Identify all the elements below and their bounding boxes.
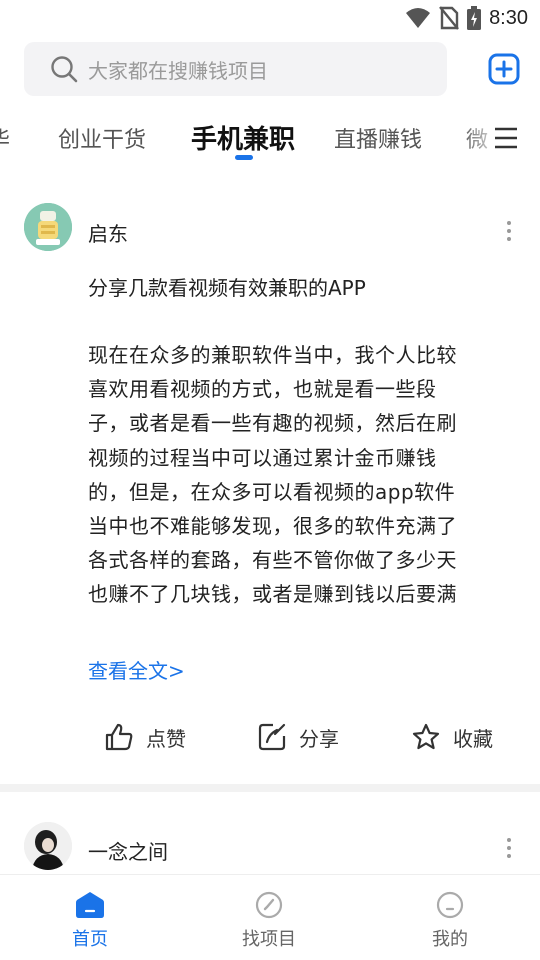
bottom-nav: 首页 找项目 我的	[0, 874, 540, 960]
nav-home-label: 首页	[72, 929, 108, 950]
nav-find-projects[interactable]: 找项目	[219, 891, 319, 951]
compass-icon	[255, 891, 283, 919]
post-author[interactable]: 一念之间	[88, 836, 168, 865]
nav-mine[interactable]: 我的	[400, 891, 500, 951]
post-card[interactable]: 一念之间	[0, 0, 540, 874]
avatar[interactable]	[24, 822, 72, 870]
more-options-icon[interactable]	[506, 838, 512, 862]
nav-home[interactable]: 首页	[40, 891, 140, 951]
home-icon	[76, 892, 104, 918]
nav-mine-label: 我的	[432, 929, 468, 950]
nav-find-projects-label: 找项目	[242, 929, 296, 950]
profile-icon	[436, 891, 464, 919]
